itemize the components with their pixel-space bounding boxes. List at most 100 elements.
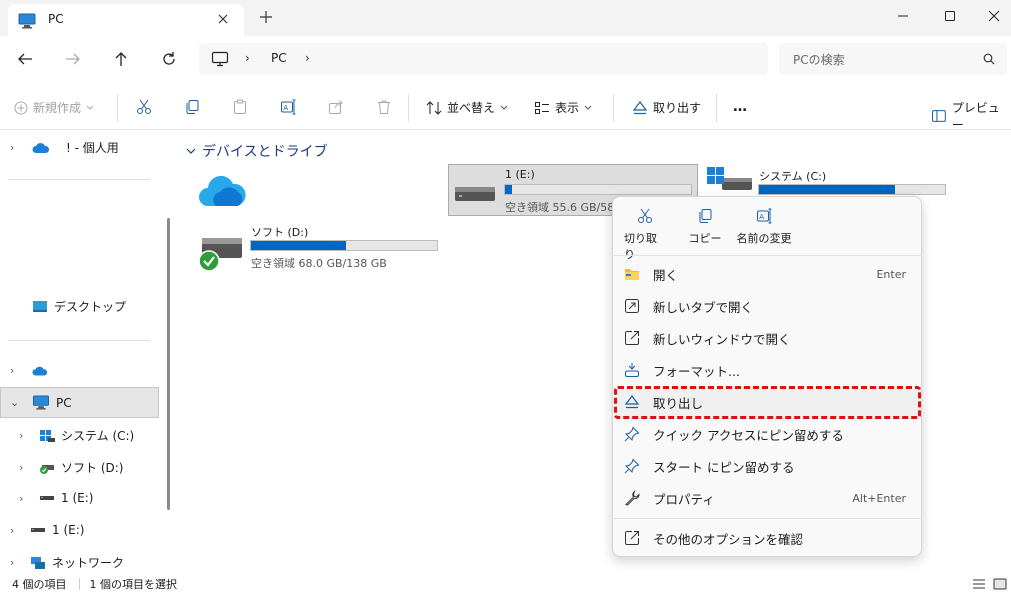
rename-button[interactable]: A [280,99,296,115]
breadcrumb-separator[interactable]: › [245,51,250,65]
share-button[interactable] [328,99,344,115]
cut-button[interactable] [136,99,152,115]
context-item-open[interactable]: 開く Enter [624,259,914,289]
onedrive-tile[interactable] [198,172,246,208]
more-options-icon [624,530,646,546]
context-item-open-new-tab[interactable]: 新しいタブで開く [624,291,914,321]
sidebar-item-network[interactable]: › ネットワーク [10,554,124,571]
context-item-pin-quick-access[interactable]: クイック アクセスにピン留めする [624,419,914,449]
shortcut-label: Enter [876,267,906,281]
chevron-right-icon[interactable]: › [10,556,24,569]
new-tab-button[interactable] [259,10,273,24]
shortcut-label: Alt+Enter [852,491,906,505]
chevron-right-icon[interactable]: › [10,524,24,537]
sidebar-item-label: デスクトップ [54,300,127,314]
chevron-right-icon[interactable]: › [19,492,33,505]
sidebar-item-label: PC [56,395,72,410]
item-count: 4 個の項目 [12,578,67,591]
share-icon [329,100,343,114]
eject-button[interactable]: 取り出す [632,99,701,116]
breadcrumb-separator[interactable]: › [305,51,310,65]
sidebar-item-desktop[interactable]: デスクトップ [10,298,126,315]
close-tab-icon[interactable] [216,12,230,26]
chevron-right-icon[interactable]: › [10,364,24,377]
context-item-more-options[interactable]: その他のオプションを確認 [624,523,914,553]
drive-free-e: 空き領域 55.6 GB/58 [505,201,615,214]
drive-name-c[interactable]: システム (C:) [759,168,826,184]
chevron-down-icon[interactable]: ⌄ [10,396,24,409]
sort-label: 並べ替え [447,101,496,115]
delete-button[interactable] [376,99,392,115]
preview-button[interactable]: プレビュー [931,99,1011,133]
context-divider [612,255,922,256]
forward-button[interactable] [61,48,85,70]
copy-button[interactable] [184,99,200,115]
address-bar[interactable]: › PC › [199,43,768,75]
new-button[interactable]: 新規作成 [14,99,94,116]
more-options-button[interactable]: … [733,99,747,115]
drive-check-icon [40,464,54,474]
details-view-button[interactable] [972,578,986,590]
arrow-right-icon [66,53,80,65]
context-item-format[interactable]: フォーマット... [624,355,914,385]
view-button[interactable]: 表示 [534,99,592,116]
paste-button[interactable] [232,99,248,115]
context-item-label: 取り出し [653,395,704,411]
svg-text:A: A [759,213,764,221]
maximize-button[interactable] [927,0,973,32]
context-item-eject[interactable]: 取り出し [624,387,914,417]
eject-label: 取り出す [653,101,702,115]
wrench-icon [624,490,646,506]
copy-icon [699,209,712,223]
context-item-label: 新しいタブで開く [653,299,754,315]
tab-pc[interactable]: PC [8,4,244,36]
drive-free-d: 空き領域 68.0 GB/138 GB [251,257,387,270]
sidebar-item-onedrive[interactable]: › [10,364,48,377]
sidebar-item-onedrive-personal[interactable]: › ! - 個人用 [10,139,119,156]
pin-icon [624,426,646,442]
minimize-button[interactable] [880,0,926,32]
chevron-right-icon[interactable]: › [19,429,33,442]
plus-circle-icon [14,101,28,114]
chevron-right-icon[interactable]: › [19,461,33,474]
navigation-pane [0,130,176,574]
pin-icon [624,458,646,474]
context-cut-button[interactable]: 切り取り [624,208,666,262]
eject-icon [632,100,648,114]
rename-label: 名前の変更 [736,232,792,245]
breadcrumb-pc[interactable]: PC [271,51,287,65]
drive-check-icon [198,236,244,272]
drive-name-d[interactable]: ソフト (D:) [251,224,308,240]
sidebar-scrollbar[interactable] [167,218,170,510]
sidebar-item-usb-e-root[interactable]: › 1 (E:) [10,523,84,537]
close-window-button[interactable] [971,0,1011,32]
chevron-right-icon[interactable]: › [10,141,24,154]
back-button[interactable] [13,48,37,70]
sidebar-item-system-c[interactable]: › システム (C:) [19,427,134,444]
search-box[interactable]: PCの検索 [779,43,1007,75]
sidebar-divider [8,179,150,180]
open-new-window-icon [624,330,646,346]
sidebar-item-usb-e[interactable]: › 1 (E:) [19,491,93,505]
context-copy-button[interactable]: コピー [688,208,722,246]
context-item-pin-start[interactable]: スタート にピン留めする [624,451,914,481]
search-input[interactable]: PCの検索 [793,51,845,68]
refresh-button[interactable] [157,48,181,70]
more-icon: … [733,99,747,115]
sidebar-item-pc[interactable]: ⌄ PC [10,395,72,410]
tab-label: PC [48,12,64,26]
up-button[interactable] [109,48,133,70]
context-item-open-new-window[interactable]: 新しいウィンドウで開く [624,323,914,353]
tiles-view-button[interactable] [993,578,1007,590]
sort-button[interactable]: 並べ替え [426,99,508,116]
format-drive-icon [624,362,646,378]
context-item-properties[interactable]: プロパティ Alt+Enter [624,483,914,513]
context-item-label: 新しいウィンドウで開く [653,331,791,347]
sidebar-item-soft-d[interactable]: › ソフト (D:) [19,459,123,476]
section-header-devices[interactable]: デバイスとドライブ [186,141,328,161]
sidebar-item-label: 1 (E:) [52,523,85,537]
context-rename-button[interactable]: A 名前の変更 [734,208,794,246]
arrow-left-icon [18,53,32,65]
cloud-icon [32,366,48,375]
refresh-icon [163,52,175,65]
